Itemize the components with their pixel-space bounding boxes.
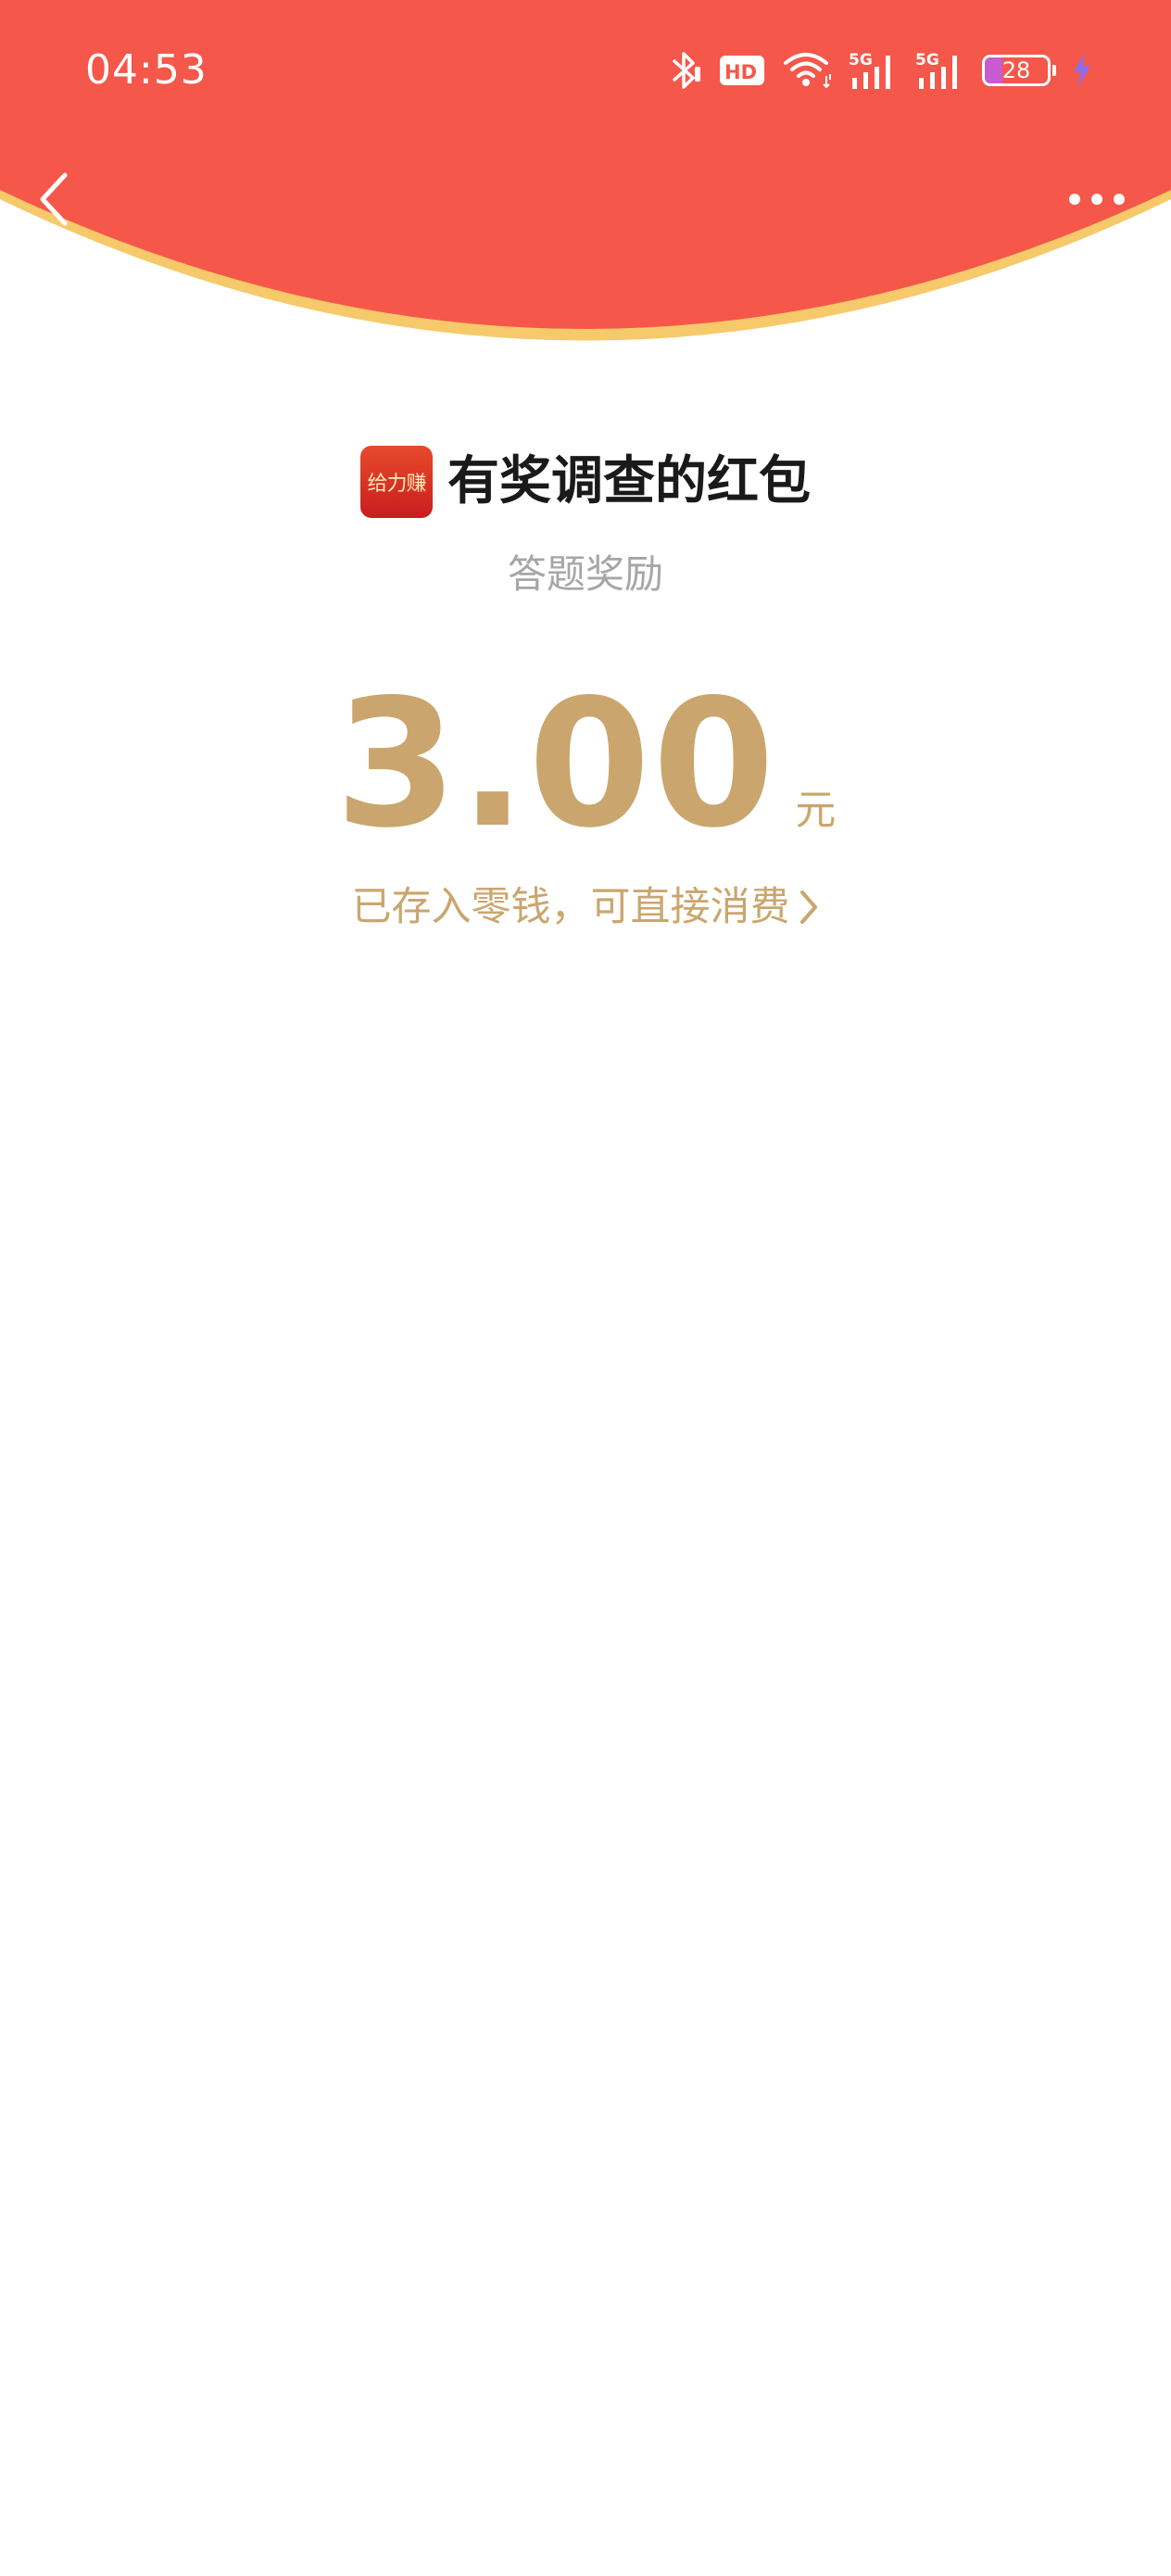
5g-signal-icon: 5G (849, 48, 900, 93)
red-packet-subtitle: 答题奖励 (507, 551, 663, 597)
app-logo: 给力赚 (360, 446, 433, 518)
charging-icon (1071, 52, 1093, 89)
battery-icon: 28 (982, 55, 1051, 86)
battery-level: 28 (1001, 57, 1031, 83)
chevron-left-icon (40, 172, 68, 226)
wallet-link-text: 已存入零钱，可直接消费 (351, 884, 790, 930)
status-bar: 04:53 HD 5G 5G 28 (0, 0, 1171, 139)
amount-row: 3.00 元 (0, 667, 1171, 852)
svg-text:HD: HD (724, 61, 757, 83)
5g-signal-icon: 5G (915, 48, 967, 93)
more-horizontal-icon (1069, 194, 1125, 205)
svg-text:5G: 5G (915, 51, 939, 69)
app-logo-text: 给力赚 (367, 473, 426, 496)
more-options-button[interactable] (1060, 176, 1134, 222)
status-time: 04:53 (85, 46, 208, 94)
wallet-link[interactable]: 已存入零钱，可直接消费 (0, 878, 1171, 936)
wifi-icon (782, 50, 834, 91)
chevron-right-icon (800, 890, 817, 924)
bluetooth-icon (667, 50, 704, 91)
back-button[interactable] (28, 167, 83, 232)
battery-cap (1052, 65, 1056, 76)
red-packet-title: 有奖调查的红包 (447, 451, 811, 511)
amount-unit: 元 (795, 787, 837, 834)
red-packet-title-row: 给力赚 有奖调查的红包 (0, 443, 1171, 521)
svg-text:5G: 5G (849, 51, 873, 69)
hd-voice-icon: HD (719, 54, 767, 87)
amount-value: 3.00 (334, 662, 777, 866)
status-icons: HD 5G 5G 28 (652, 46, 1093, 95)
